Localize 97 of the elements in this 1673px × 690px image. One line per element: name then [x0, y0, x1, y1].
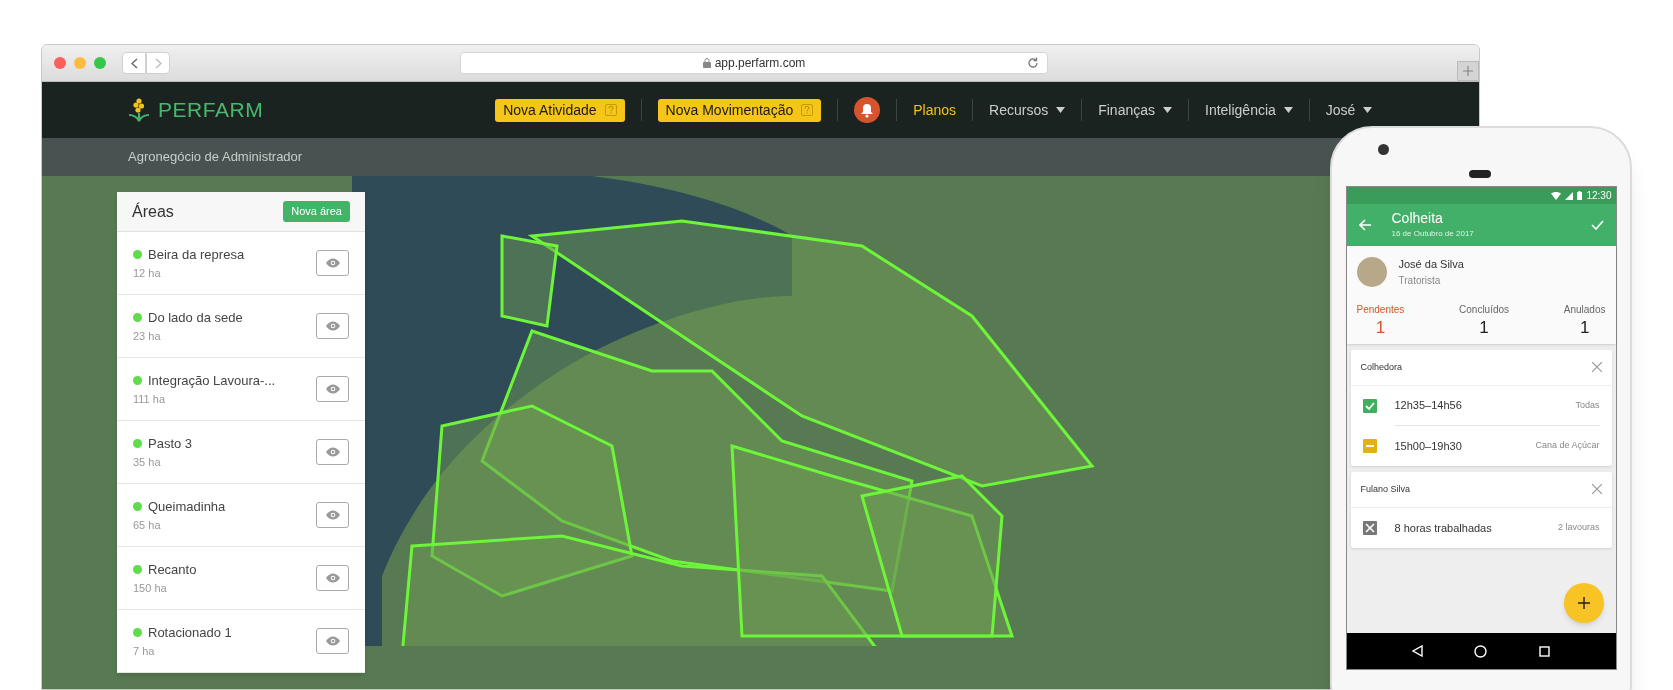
signal-icon — [1565, 191, 1574, 200]
caret-icon — [1283, 107, 1293, 113]
user-role: Tratorista — [1398, 273, 1442, 288]
caret-icon — [1163, 107, 1172, 113]
status-tab[interactable]: Anulados 1 — [1563, 301, 1606, 338]
lock-icon — [702, 58, 711, 68]
plus-icon — [1577, 597, 1590, 609]
close-window-icon[interactable] — [54, 57, 66, 69]
area-name: Recanto — [148, 561, 197, 579]
help-icon — [801, 104, 814, 116]
view-area-button[interactable] — [316, 313, 349, 339]
status-tab[interactable]: Pendentes 1 — [1356, 301, 1405, 338]
check-icon[interactable] — [1590, 220, 1604, 230]
panel-title: Áreas — [132, 201, 174, 222]
view-area-button[interactable] — [316, 376, 349, 402]
organization-name: Agronegócio de Administrador — [128, 148, 303, 167]
area-size: 12 ha — [133, 265, 162, 281]
caret-icon — [1056, 107, 1066, 113]
bell-icon — [860, 102, 875, 118]
eye-icon — [324, 573, 341, 583]
reload-icon[interactable] — [1027, 57, 1039, 69]
flower-logo-icon — [128, 97, 150, 123]
area-name: Do lado da sede — [148, 309, 243, 327]
new-item-button[interactable]: Nova Movimentação — [657, 98, 822, 122]
eye-icon — [324, 636, 341, 646]
add-button[interactable] — [1563, 583, 1604, 623]
eye-icon — [324, 258, 341, 268]
area-list-item[interactable]: Integração Lavoura-... 111 ha — [117, 358, 365, 421]
back-triangle-icon[interactable] — [1412, 645, 1424, 657]
nav-menu-item[interactable]: Recursos — [989, 99, 1066, 121]
area-name: Queimadinha — [148, 498, 226, 516]
logo-text: PERFARM — [158, 97, 264, 124]
task-scope: Todas — [1575, 398, 1600, 412]
screen-title: Colheita — [1391, 210, 1444, 228]
task-text: 8 horas trabalhadas — [1394, 520, 1492, 536]
plus-icon — [1463, 66, 1473, 76]
maximize-window-icon[interactable] — [94, 57, 106, 69]
area-size: 111 ha — [133, 391, 166, 407]
avatar — [1356, 256, 1387, 287]
task-text: 12h35–14h56 — [1394, 398, 1462, 413]
area-size: 65 ha — [133, 517, 162, 533]
recents-square-icon[interactable] — [1538, 645, 1550, 657]
screen-date: 16 de Outubro de 2017 — [1391, 227, 1475, 240]
back-button[interactable] — [122, 52, 146, 74]
address-bar[interactable]: app.perfarm.com — [460, 52, 1048, 74]
task-scope: 2 lavouras — [1557, 521, 1600, 534]
chevron-right-icon — [154, 57, 162, 69]
area-size: 150 ha — [133, 580, 168, 596]
close-icon[interactable] — [1591, 362, 1602, 373]
user-name: José da Silva — [1398, 257, 1464, 272]
view-area-button[interactable] — [316, 628, 349, 654]
new-tab-button[interactable] — [1457, 61, 1479, 81]
close-icon[interactable] — [1591, 484, 1602, 495]
area-name: Pasto 3 — [148, 435, 193, 453]
card-title: Colhedora — [1360, 360, 1403, 374]
status-tab[interactable]: Concluídos 1 — [1459, 301, 1510, 338]
eye-icon — [324, 447, 341, 457]
nav-menu-item[interactable]: Finanças — [1098, 99, 1172, 121]
area-size: 7 ha — [133, 643, 156, 659]
url-text: app.perfarm.com — [714, 55, 806, 72]
speaker-icon — [1469, 170, 1491, 178]
view-area-button[interactable] — [316, 439, 349, 465]
area-list-item[interactable]: Recanto 150 ha — [117, 547, 365, 610]
area-name: Rotacionado 1 — [148, 624, 232, 642]
caret-icon — [1363, 107, 1373, 113]
view-area-button[interactable] — [316, 502, 349, 528]
status-time: 12:30 — [1586, 189, 1612, 203]
area-name: Integração Lavoura-... — [148, 372, 276, 390]
notifications-button[interactable] — [854, 97, 881, 123]
area-list-item[interactable]: Pasto 3 35 ha — [117, 421, 365, 484]
area-size: 35 ha — [133, 454, 162, 470]
area-list-item[interactable]: Do lado da sede 23 ha — [117, 295, 365, 358]
view-area-button[interactable] — [316, 565, 349, 591]
eye-icon — [324, 384, 341, 394]
camera-icon — [1378, 144, 1389, 155]
chevron-left-icon — [130, 57, 138, 69]
nav-menu-item[interactable]: Planos — [913, 99, 957, 121]
area-list-item[interactable]: Beira da represa 12 ha — [117, 232, 365, 295]
card-title: Fulano Silva — [1360, 482, 1411, 496]
forward-button[interactable] — [146, 52, 170, 74]
area-size: 23 ha — [133, 328, 162, 344]
view-area-button[interactable] — [316, 250, 349, 276]
task-text: 15h00–19h30 — [1394, 438, 1462, 454]
eye-icon — [324, 510, 341, 520]
nav-menu-item[interactable]: José — [1325, 99, 1373, 121]
eye-icon — [324, 321, 341, 331]
area-list-item[interactable]: Rotacionado 1 7 ha — [117, 610, 365, 673]
task-scope: Cana de Açúcar — [1535, 439, 1600, 452]
area-name: Beira da represa — [148, 246, 245, 264]
wifi-icon — [1551, 191, 1562, 200]
nav-menu-item[interactable]: Inteligência — [1205, 99, 1293, 121]
new-item-button[interactable]: Nova Atividade — [495, 98, 625, 122]
back-arrow-icon[interactable] — [1358, 219, 1372, 231]
help-icon — [604, 104, 617, 116]
area-list-item[interactable]: Queimadinha 65 ha — [117, 484, 365, 547]
home-circle-icon[interactable] — [1474, 644, 1488, 658]
battery-icon — [1577, 191, 1583, 200]
